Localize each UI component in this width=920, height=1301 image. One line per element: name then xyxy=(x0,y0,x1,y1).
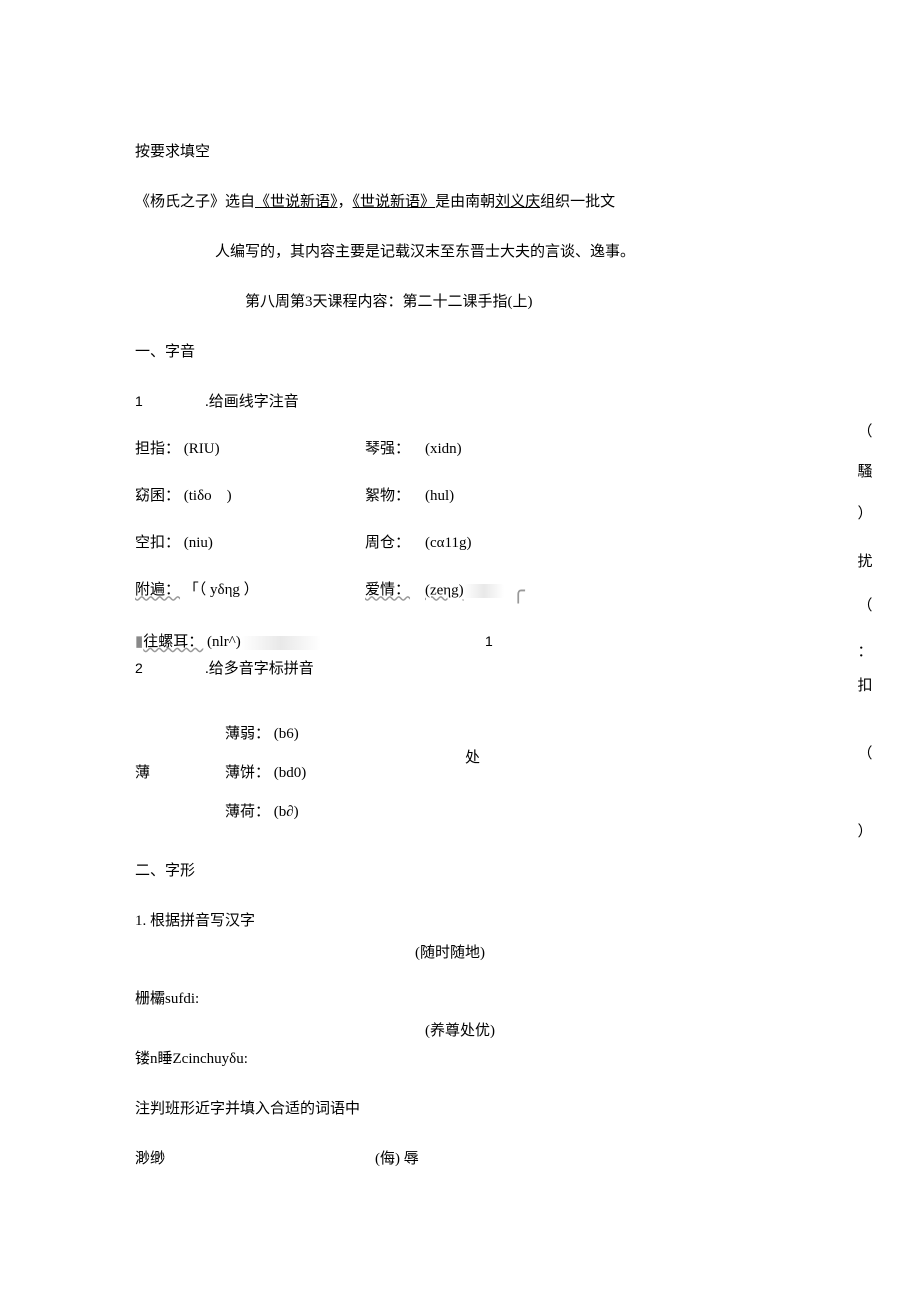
mid-number-1: 1 xyxy=(485,633,685,649)
bo-row-3: 薄荷： (b∂) xyxy=(225,800,306,821)
bo-head-char: 薄 xyxy=(135,761,215,782)
p1-a-label: 担指： xyxy=(135,441,180,457)
bo-r3-val: (b∂) xyxy=(274,804,299,820)
intro-after1: 是由南朝 xyxy=(435,194,495,210)
p4-a-val: 「（ yδηg ） xyxy=(184,582,259,598)
shape-r2-left: 镂n睡Zcinchuyδu: xyxy=(135,1047,785,1071)
p1-a-val: (RIU) xyxy=(184,441,220,457)
bo-r2-val: (bd0) xyxy=(274,765,307,781)
right-paren-4: （ xyxy=(850,742,880,763)
bottom-left-word: 渺缈 xyxy=(135,1147,375,1168)
p2-b-label: 絮物： xyxy=(365,484,425,505)
fill-in-blank-title: 按要求填空 xyxy=(135,140,785,164)
intro-after2: 组织一批文 xyxy=(540,194,615,210)
shape-r1-left: 栅欛sufdi: xyxy=(135,987,785,1011)
pinyin-row-3: 空扣： (niu) 周仓： (cα11g) xyxy=(135,531,785,552)
pinyin-row-1: 担指： (RIU) 琴强： (xidn) xyxy=(135,437,785,458)
p2-b-val: (hul) xyxy=(425,488,545,505)
p5-a-val: (nlr^) xyxy=(207,634,241,650)
bo-r3-label: 薄荷： xyxy=(225,804,270,820)
curve-mark: ╭ xyxy=(512,578,525,604)
shape-row-2: (养尊处优) xyxy=(135,1037,785,1047)
lesson-header: 第八周第3天课程内容：第二十二课手指(上) xyxy=(245,290,785,314)
section-1-heading: 一、字音 xyxy=(135,340,785,364)
book-name-2: 《世说新语》 xyxy=(353,194,436,210)
shape-note: 注判班形近字并填入合适的词语中 xyxy=(135,1097,785,1121)
p4-b-val: (zeηg) xyxy=(425,582,464,598)
smudge-mark-2 xyxy=(241,636,321,650)
author-name: 刘义庆 xyxy=(495,194,540,210)
book-name-1: 《世说新语》 xyxy=(255,194,338,210)
shape-item-1: 1. 根据拼音写汉字 xyxy=(135,909,785,933)
right-char-sao: 騷 xyxy=(850,460,880,481)
p3-a-val: (niu) xyxy=(184,535,213,551)
p3-b-val: (cα11g) xyxy=(425,535,545,552)
shape-r1-answer: (随时随地) xyxy=(415,941,485,962)
shape-r2-answer: (养尊处优) xyxy=(425,1019,495,1040)
smudge-mark-1 xyxy=(464,584,504,598)
p3-b-label: 周仓： xyxy=(365,531,425,552)
intro-mid: ， xyxy=(338,194,353,210)
bottom-row: 渺缈 (侮) 辱 xyxy=(135,1147,785,1168)
item-2-number: 2 xyxy=(135,660,205,676)
right-char-kou: 扣 xyxy=(850,674,880,695)
p2-a-close: ) xyxy=(227,488,232,504)
bo-r2-label: 薄饼： xyxy=(225,765,270,781)
item-2-text: .给多音字标拼音 xyxy=(205,657,314,678)
right-paren-5: ） xyxy=(850,820,880,841)
chu-char: 处 xyxy=(465,746,480,767)
p2-a-val: (tiδo xyxy=(184,488,212,504)
shape-row-1: (随时随地) xyxy=(135,959,785,987)
pinyin-row-5: ▮往螺耳： (nlr^) 1 xyxy=(135,630,785,651)
bottom-right-word: (侮) 辱 xyxy=(375,1147,419,1168)
item-1-text: .给画线字注音 xyxy=(205,390,299,411)
p2-a-label: 窈囷： xyxy=(135,488,180,504)
multi-pronounce-block: 薄 薄弱： (b6) 薄饼： (bd0) 薄荷： (b∂) 处 xyxy=(135,704,785,839)
p1-b-val: (xidn) xyxy=(425,441,545,458)
p4-b-label: 爱情： xyxy=(365,578,425,599)
bo-r1-val: (b6) xyxy=(274,726,299,742)
bo-row-2: 薄饼： (bd0) xyxy=(225,761,306,782)
right-char-rao: 扰 xyxy=(850,550,880,571)
item-2-row: 2 .给多音字标拼音 xyxy=(135,657,785,678)
pinyin-row-4: 附遍： 「（ yδηg ） 爱情： (zeηg) ╭ xyxy=(135,578,785,604)
bo-row-1: 薄弱： (b6) xyxy=(225,722,306,743)
section-2-heading: 二、字形 xyxy=(135,859,785,883)
right-colon: ： xyxy=(850,640,880,661)
item-1-number: 1 xyxy=(135,393,205,409)
intro-line-2: 人编写的，其内容主要是记载汉末至东晋士大夫的言谈、逸事。 xyxy=(215,240,785,264)
item-1-row: 1 .给画线字注音 xyxy=(135,390,785,411)
intro-pre: 《杨氏之子》选自 xyxy=(135,194,255,210)
p1-b-label: 琴强： xyxy=(365,437,425,458)
p5-a-label: 往螺耳： xyxy=(143,634,203,650)
right-paren-3: （ xyxy=(850,594,880,615)
right-paren-1: （ xyxy=(850,420,880,441)
right-paren-2: ） xyxy=(850,502,880,523)
p4-a-label: 附遍： xyxy=(135,582,180,598)
pinyin-row-2: 窈囷： (tiδo ) 絮物： (hul) xyxy=(135,484,785,505)
p3-a-label: 空扣： xyxy=(135,535,180,551)
intro-line-1: 《杨氏之子》选自《世说新语》，《世说新语》是由南朝刘义庆组织一批文 xyxy=(135,190,785,214)
bo-r1-label: 薄弱： xyxy=(225,726,270,742)
